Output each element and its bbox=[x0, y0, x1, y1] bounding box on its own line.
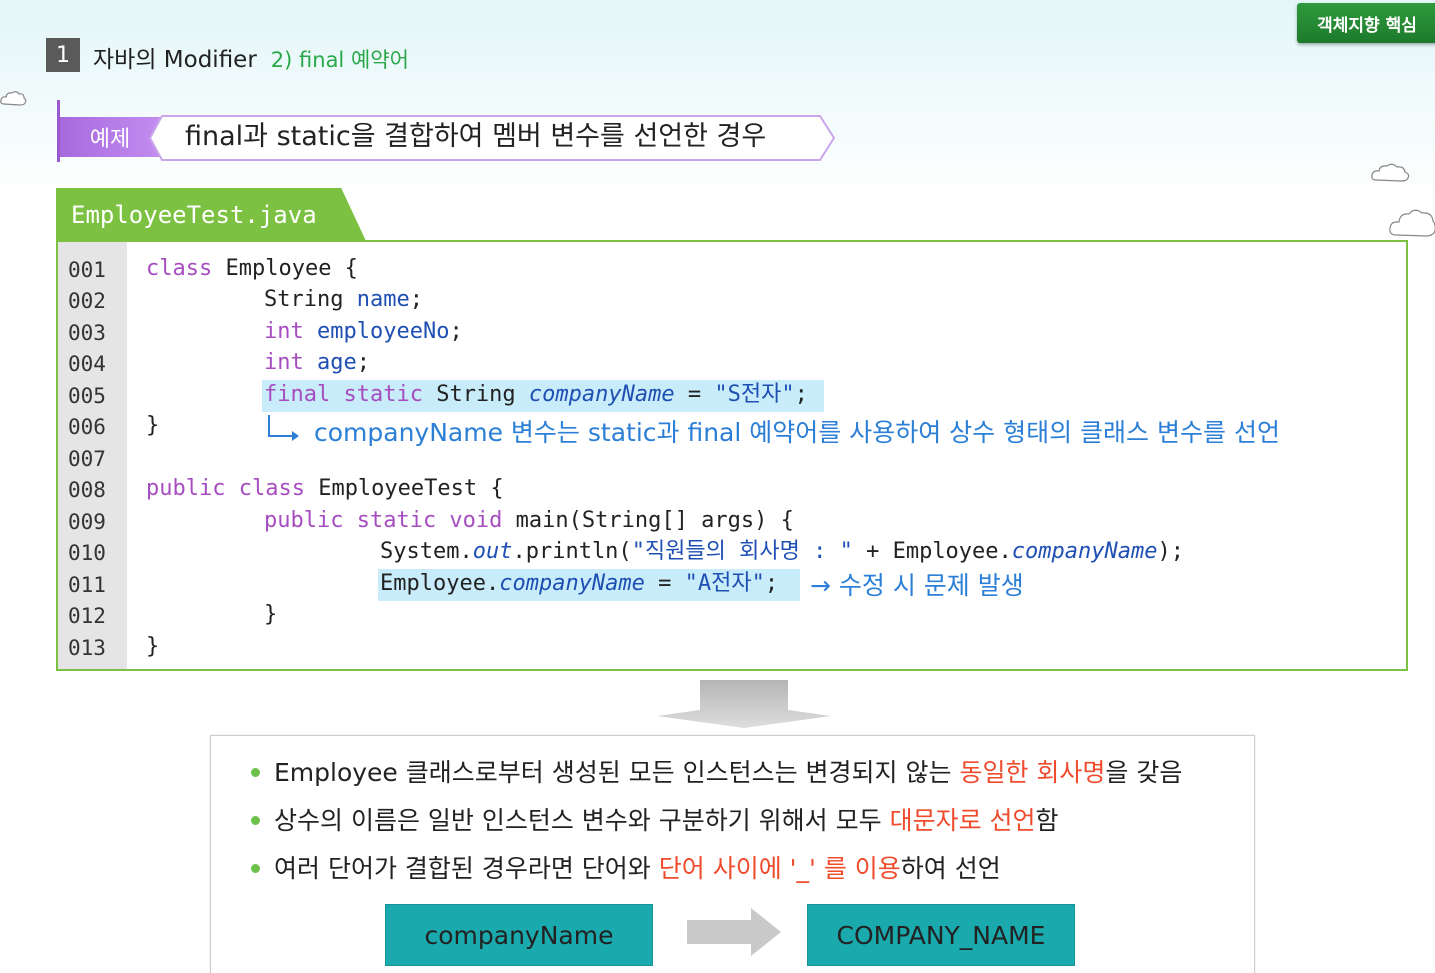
section-number: 1 bbox=[46, 38, 80, 72]
bullet-dot-icon bbox=[251, 863, 260, 873]
code-panel: 001 002 003 004 005 006 007 008 009 010 … bbox=[56, 240, 1408, 671]
constant-name: companyName bbox=[1011, 539, 1158, 564]
cloud-icon bbox=[1371, 163, 1410, 182]
line-number: 003 bbox=[68, 321, 106, 345]
line-number: 010 bbox=[68, 541, 106, 565]
string-literal: "S전자" bbox=[714, 382, 795, 407]
keyword: class bbox=[146, 256, 213, 281]
note-arrow-icon bbox=[268, 415, 299, 441]
bullet-emphasis: 대문자로 선언 bbox=[889, 806, 1036, 835]
field-name: employeeNo bbox=[316, 319, 450, 344]
section-subtitle: 2) final 예약어 bbox=[270, 48, 409, 72]
bullet-text: 하여 선언 bbox=[900, 854, 1001, 883]
line-number: 011 bbox=[68, 573, 106, 597]
code-text: EmployeeTest { bbox=[304, 476, 504, 501]
name-after-box: COMPANY_NAME bbox=[807, 904, 1075, 966]
bullet-emphasis: 단어 사이에 '_' 를 이용 bbox=[658, 854, 901, 883]
code-text: main(String[] args) { bbox=[502, 508, 794, 533]
string-literal: "직원들의 회사명 : " bbox=[631, 539, 853, 564]
summary-panel: Employee 클래스로부터 생성된 모든 인스턴스는 변경되지 않는 동일한… bbox=[210, 735, 1255, 973]
line-number: 013 bbox=[68, 636, 106, 660]
field-name: name bbox=[356, 287, 410, 312]
code-line: } bbox=[264, 602, 278, 627]
summary-bullet: 여러 단어가 결합된 경우라면 단어와 단어 사이에 '_' 를 이용하여 선언 bbox=[251, 852, 1001, 886]
bullet-text: Employee 클래스로부터 생성된 모든 인스턴스는 변경되지 않는 bbox=[274, 758, 960, 787]
code-text: ; bbox=[356, 350, 370, 375]
code-line: public static void main(String[] args) { bbox=[264, 506, 794, 536]
code-text: String bbox=[264, 287, 357, 312]
line-number: 008 bbox=[68, 478, 106, 502]
code-line: int employeeNo; bbox=[264, 317, 463, 347]
line-number: 002 bbox=[68, 289, 106, 313]
right-arrow-icon bbox=[687, 908, 781, 956]
bullet-dot-icon bbox=[251, 815, 260, 825]
keyword: public class bbox=[146, 476, 305, 501]
constant-name: companyName bbox=[499, 571, 645, 596]
cloud-icon bbox=[1389, 209, 1435, 237]
field-name: age bbox=[316, 350, 357, 375]
code-text: ; bbox=[409, 287, 423, 312]
code-line: String name; bbox=[264, 285, 423, 315]
section-title-text: 자바의 Modifier bbox=[93, 47, 257, 73]
bullet-text: 함 bbox=[1035, 806, 1059, 835]
summary-bullet: Employee 클래스로부터 생성된 모든 인스턴스는 변경되지 않는 동일한… bbox=[251, 756, 1182, 790]
code-text: String bbox=[422, 382, 529, 407]
code-line: final static String companyName = "S전자"; bbox=[264, 380, 808, 410]
code-annotation: companyName 변수는 static과 final 예약어를 사용하여 … bbox=[314, 418, 1280, 447]
code-line: public class EmployeeTest { bbox=[146, 474, 504, 504]
line-number: 005 bbox=[68, 384, 106, 408]
code-line: Employee.companyName = "A전자"; bbox=[380, 569, 778, 599]
line-number: 001 bbox=[68, 258, 106, 282]
down-arrow-icon bbox=[657, 680, 831, 728]
line-number: 012 bbox=[68, 604, 106, 628]
summary-bullet: 상수의 이름은 일반 인스턴스 변수와 구분하기 위해서 모두 대문자로 선언함 bbox=[251, 804, 1059, 838]
name-before-box: companyName bbox=[385, 904, 653, 966]
keyword: public static void bbox=[264, 508, 503, 533]
code-text: ; bbox=[449, 319, 463, 344]
category-badge: 객체지향 핵심 bbox=[1297, 3, 1435, 43]
file-tab: EmployeeTest.java bbox=[56, 188, 366, 241]
field-name: out bbox=[472, 539, 513, 564]
code-line: System.out.println("직원들의 회사명 : " + Emplo… bbox=[380, 537, 1184, 567]
keyword: final static bbox=[264, 382, 423, 407]
slide-background bbox=[0, 0, 1435, 200]
line-number: 007 bbox=[68, 447, 106, 471]
bullet-text: 여러 단어가 결합된 경우라면 단어와 bbox=[274, 854, 659, 883]
code-text: ); bbox=[1157, 539, 1185, 564]
keyword: int bbox=[264, 350, 317, 375]
code-text: + Employee. bbox=[852, 539, 1012, 564]
code-line: } bbox=[146, 634, 160, 659]
code-text: = bbox=[674, 382, 715, 407]
string-literal: "A전자" bbox=[684, 571, 765, 596]
code-text: Employee { bbox=[212, 256, 358, 281]
example-label: 예제 bbox=[60, 117, 160, 157]
line-number: 006 bbox=[68, 415, 106, 439]
code-line: class Employee { bbox=[146, 254, 358, 284]
code-text: System. bbox=[380, 539, 473, 564]
code-text: = bbox=[644, 571, 685, 596]
bullet-emphasis: 동일한 회사명 bbox=[959, 758, 1106, 787]
code-line: } bbox=[146, 413, 160, 438]
code-text: Employee. bbox=[380, 571, 500, 596]
code-text: ; bbox=[764, 571, 779, 596]
line-number: 004 bbox=[68, 352, 106, 376]
code-text: ; bbox=[794, 382, 808, 407]
line-number: 009 bbox=[68, 510, 106, 534]
code-text: .println( bbox=[512, 539, 632, 564]
example-title: final과 static을 결합하여 멤버 변수를 선언한 경우 bbox=[185, 121, 767, 152]
code-annotation: → 수정 시 문제 발생 bbox=[810, 571, 1024, 600]
bullet-dot-icon bbox=[251, 767, 260, 777]
bullet-text: 상수의 이름은 일반 인스턴스 변수와 구분하기 위해서 모두 bbox=[274, 806, 890, 835]
cloud-icon bbox=[0, 91, 27, 106]
constant-name: companyName bbox=[528, 382, 675, 407]
bullet-text: 을 갖음 bbox=[1105, 758, 1183, 787]
keyword: int bbox=[264, 319, 317, 344]
code-line: int age; bbox=[264, 348, 370, 378]
section-title: 자바의 Modifier 2) final 예약어 bbox=[93, 40, 409, 74]
